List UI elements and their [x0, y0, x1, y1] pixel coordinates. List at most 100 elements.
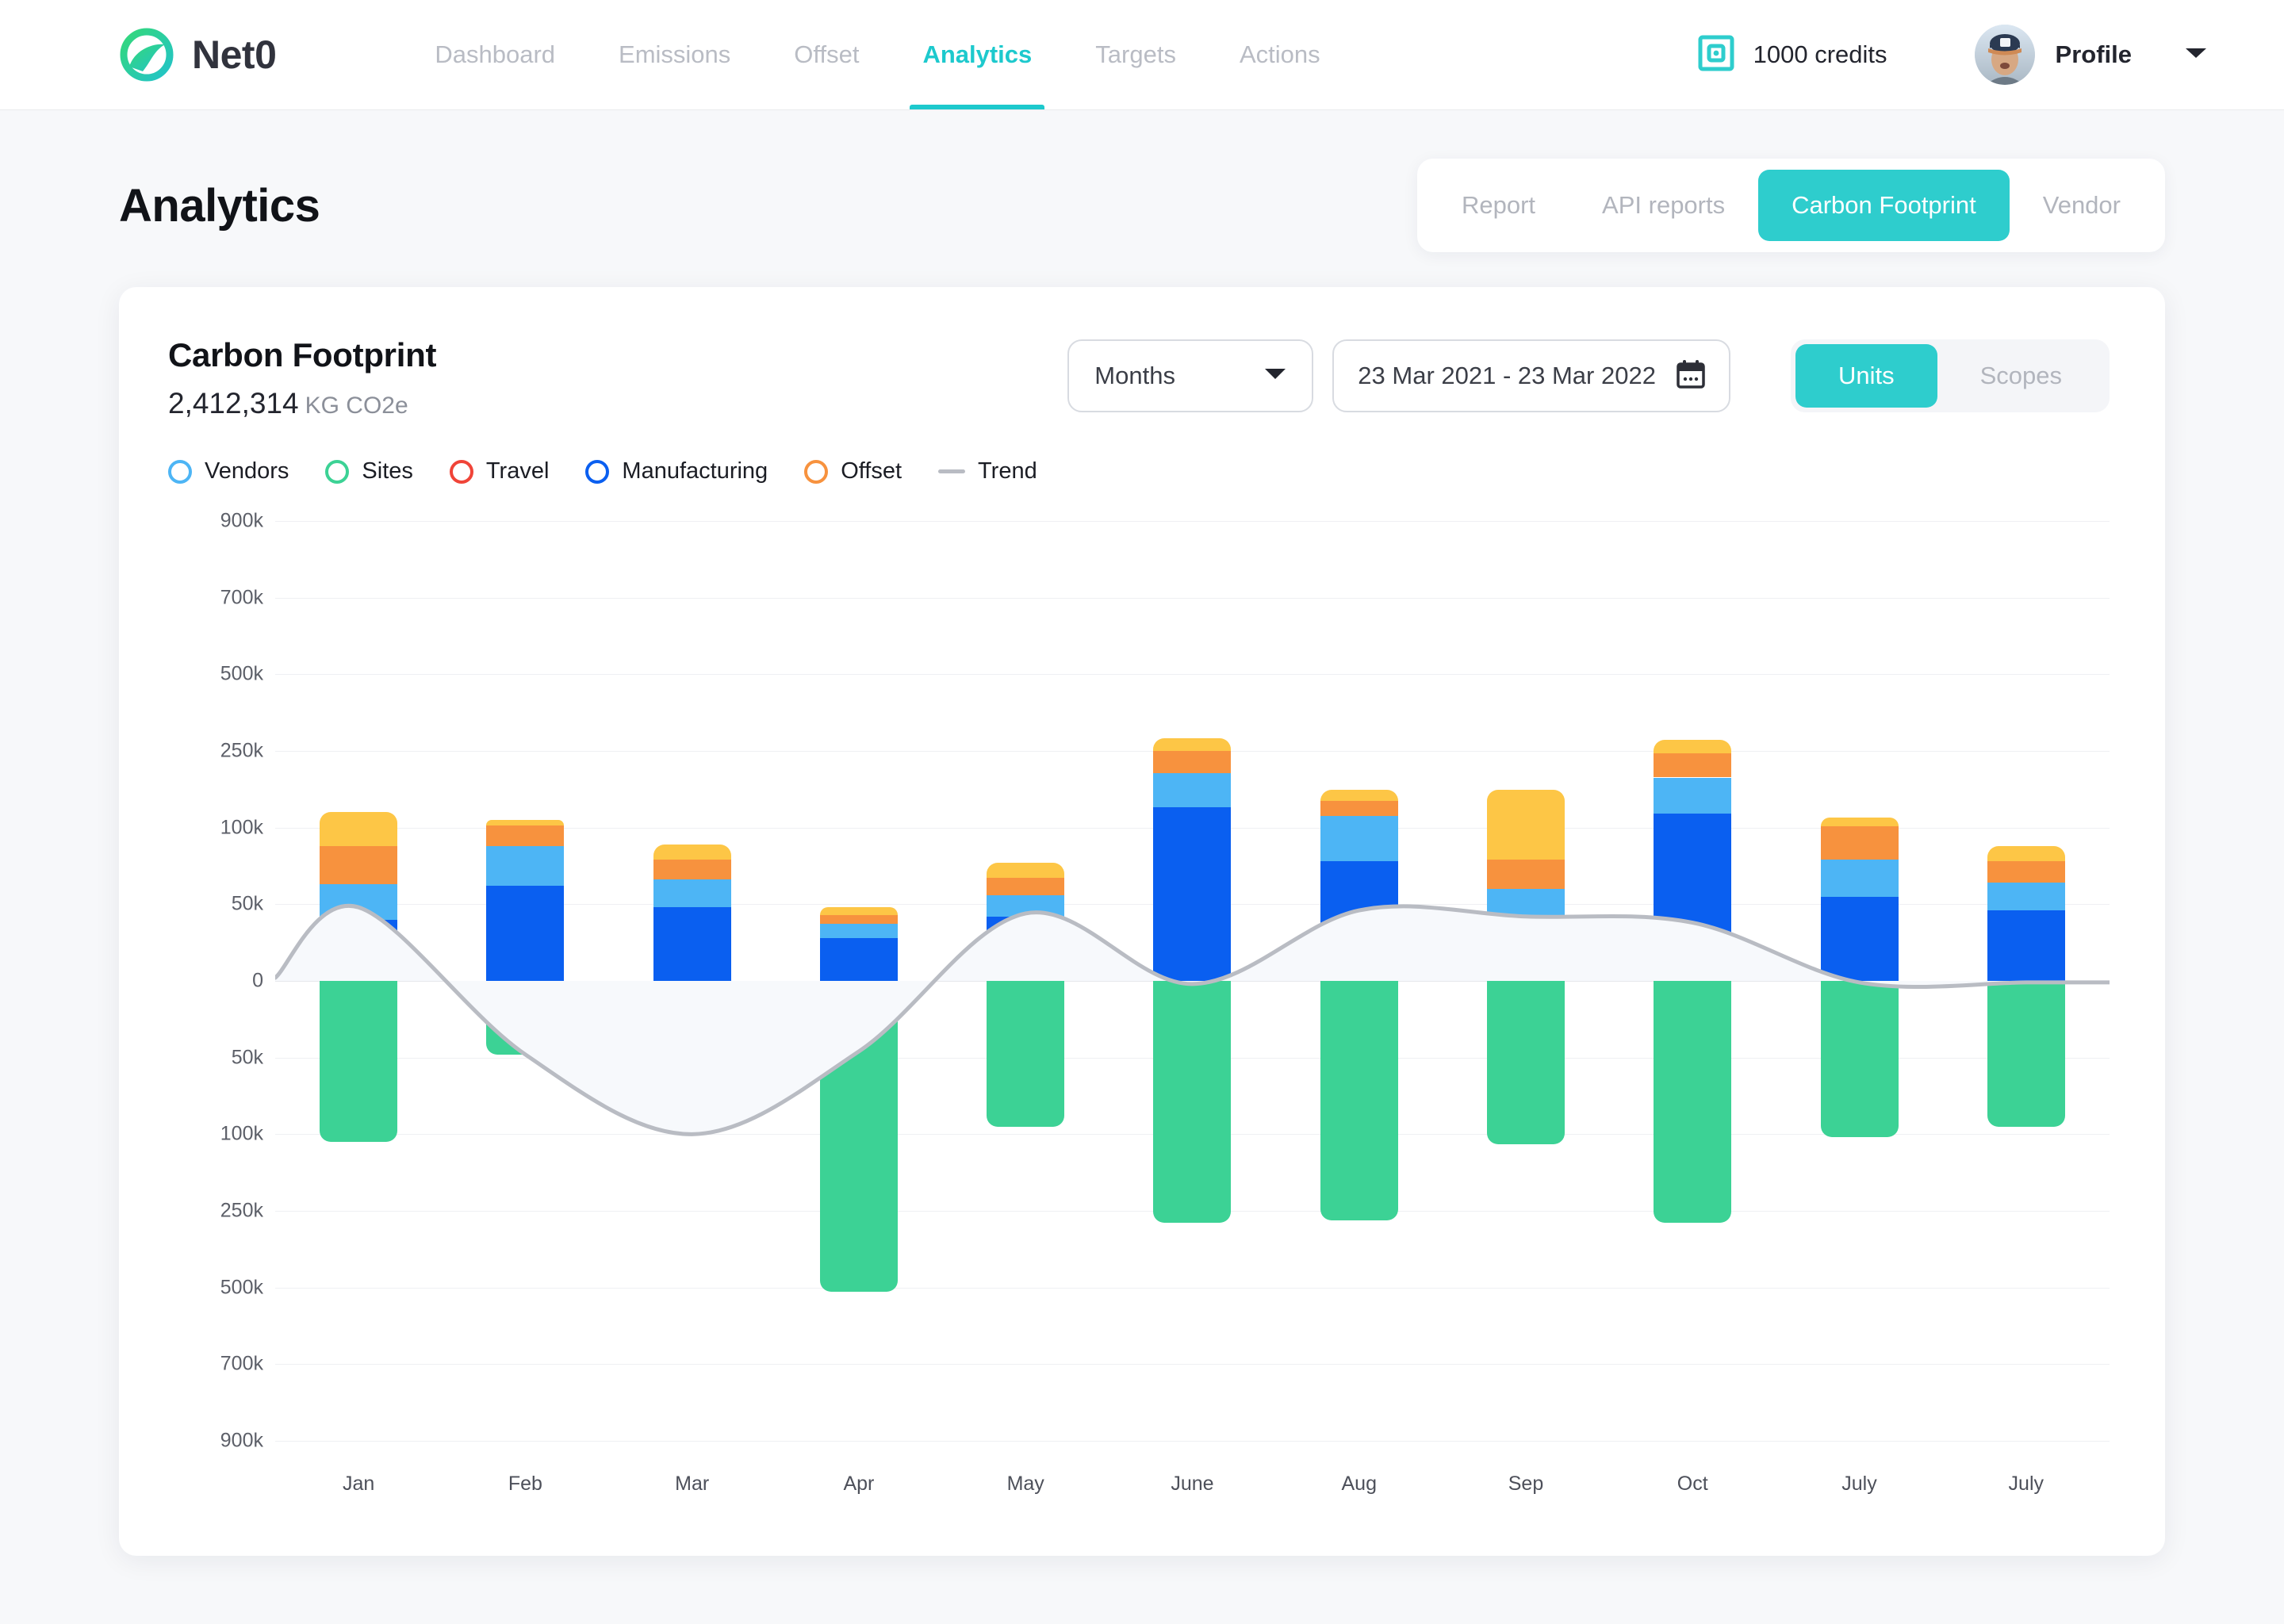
- legend-ring-icon: [449, 459, 473, 484]
- bar-segment-sites: [1153, 981, 1232, 1224]
- stacked-bar[interactable]: [987, 521, 1065, 1441]
- bar-segment-vendors: [320, 884, 398, 920]
- stacked-bar[interactable]: [819, 521, 898, 1441]
- bar-column[interactable]: [1609, 521, 1776, 1441]
- switch-units[interactable]: Units: [1795, 344, 1937, 408]
- tab-report[interactable]: Report: [1428, 170, 1569, 241]
- bar-segment-sites: [1320, 981, 1398, 1220]
- bar-series: [275, 521, 2110, 1441]
- bar-segment-sites: [1987, 981, 2065, 1127]
- legend-ring-icon: [168, 459, 192, 484]
- brand-logo-link[interactable]: Net0: [119, 27, 277, 82]
- nav-item-actions[interactable]: Actions: [1208, 0, 1352, 109]
- legend-item-sites[interactable]: Sites: [325, 458, 413, 485]
- switch-scopes[interactable]: Scopes: [1937, 344, 2105, 408]
- stacked-bar[interactable]: [1486, 521, 1565, 1441]
- nav-item-targets[interactable]: Targets: [1063, 0, 1208, 109]
- legend-item-manufacturing[interactable]: Manufacturing: [585, 458, 768, 485]
- bar-column[interactable]: [1276, 521, 1443, 1441]
- card-value-unit: KG CO2e: [305, 393, 408, 419]
- bar-segment-travel: [1987, 845, 2065, 862]
- chart-legend: Vendors Sites Travel Manufacturing Offset Tre…: [168, 458, 2110, 485]
- bar-segment-manufacturing: [819, 937, 898, 981]
- x-axis-tick-label: Aug: [1341, 1473, 1377, 1495]
- bar-segment-travel: [987, 863, 1065, 879]
- card-header: Carbon Footprint 2,412,314 KG CO2e Months…: [168, 336, 2110, 420]
- units-scopes-switch: Units Scopes: [1790, 339, 2110, 412]
- legend-ring-icon: [585, 459, 610, 484]
- bar-segment-vendors: [987, 894, 1065, 917]
- bar-segment-vendors: [819, 924, 898, 938]
- calendar-icon: [1677, 359, 1705, 393]
- bar-column[interactable]: [1776, 521, 1942, 1441]
- bar-column[interactable]: [1109, 521, 1275, 1441]
- stacked-bar[interactable]: [1820, 521, 1899, 1441]
- legend-item-offset[interactable]: Offset: [804, 458, 902, 485]
- y-axis-tick-label: 700k: [220, 586, 263, 609]
- nav-item-offset[interactable]: Offset: [762, 0, 891, 109]
- legend-item-travel[interactable]: Travel: [449, 458, 549, 485]
- stacked-bar[interactable]: [653, 521, 731, 1441]
- bar-segment-travel: [1320, 789, 1398, 802]
- bar-segment-manufacturing: [987, 916, 1065, 981]
- stacked-bar[interactable]: [1320, 521, 1398, 1441]
- chevron-down-icon[interactable]: [2184, 46, 2208, 64]
- bar-column[interactable]: [942, 521, 1109, 1441]
- legend-item-trend[interactable]: Trend: [938, 458, 1037, 485]
- bar-segment-vendors: [1820, 860, 1899, 897]
- bar-column[interactable]: [609, 521, 776, 1441]
- page-title: Analytics: [119, 179, 320, 232]
- nav-item-analytics[interactable]: Analytics: [891, 0, 1063, 109]
- x-axis-tick-label: Mar: [675, 1473, 710, 1495]
- legend-label: Manufacturing: [622, 458, 768, 484]
- avatar: [1974, 25, 2035, 85]
- nav-item-dashboard[interactable]: Dashboard: [403, 0, 587, 109]
- y-axis-tick-label: 250k: [220, 739, 263, 762]
- chart-controls: Months 23 Mar 2021 - 23 Mar 2022 Units S…: [1067, 339, 2110, 412]
- date-range-picker[interactable]: 23 Mar 2021 - 23 Mar 2022: [1332, 339, 1730, 412]
- x-axis-tick-label: Apr: [843, 1473, 875, 1495]
- bar-segment-manufacturing: [1654, 813, 1732, 981]
- bar-segment-travel: [1820, 818, 1899, 826]
- credits-button[interactable]: 1000 credits: [1698, 35, 1887, 75]
- legend-label: Offset: [841, 458, 902, 484]
- x-axis-tick-label: May: [1006, 1473, 1044, 1495]
- legend-item-vendors[interactable]: Vendors: [168, 458, 289, 485]
- y-axis-tick-label: 700k: [220, 1352, 263, 1375]
- bar-segment-sites: [1654, 981, 1732, 1224]
- bar-column[interactable]: [1943, 521, 2110, 1441]
- bar-segment-vendors: [1654, 777, 1732, 814]
- bar-segment-travel: [1153, 738, 1232, 751]
- legend-label: Vendors: [205, 458, 289, 484]
- bar-column[interactable]: [776, 521, 942, 1441]
- x-axis-tick-label: Jan: [342, 1473, 375, 1495]
- card-value: 2,412,314: [168, 387, 299, 419]
- gridline: [275, 1441, 2110, 1442]
- bar-segment-sites: [987, 981, 1065, 1127]
- y-axis-tick-label: 900k: [220, 509, 263, 532]
- primary-nav: Dashboard Emissions Offset Analytics Tar…: [403, 0, 1351, 109]
- stacked-bar[interactable]: [320, 521, 398, 1441]
- period-select[interactable]: Months: [1067, 339, 1314, 412]
- date-range-value: 23 Mar 2021 - 23 Mar 2022: [1358, 362, 1656, 389]
- stacked-bar[interactable]: [1987, 521, 2065, 1441]
- stacked-bar[interactable]: [1654, 521, 1732, 1441]
- bar-segment-vendors: [653, 879, 731, 908]
- profile-menu-button[interactable]: Profile: [1974, 25, 2208, 85]
- bar-segment-sites: [819, 981, 898, 1292]
- y-axis-tick-label: 500k: [220, 1276, 263, 1299]
- tab-vendor[interactable]: Vendor: [2010, 170, 2154, 241]
- bar-segment-offset: [819, 914, 898, 925]
- tab-api-reports[interactable]: API reports: [1569, 170, 1758, 241]
- nav-item-emissions[interactable]: Emissions: [587, 0, 762, 109]
- bar-segment-travel: [1486, 789, 1565, 860]
- stacked-bar[interactable]: [486, 521, 565, 1441]
- bar-column[interactable]: [275, 521, 442, 1441]
- bar-column[interactable]: [1443, 521, 1609, 1441]
- bar-column[interactable]: [442, 521, 608, 1441]
- card-title: Carbon Footprint: [168, 336, 437, 373]
- bar-segment-manufacturing: [320, 919, 398, 981]
- plot-area: [275, 521, 2110, 1442]
- stacked-bar[interactable]: [1153, 521, 1232, 1441]
- tab-carbon-footprint[interactable]: Carbon Footprint: [1758, 170, 2010, 241]
